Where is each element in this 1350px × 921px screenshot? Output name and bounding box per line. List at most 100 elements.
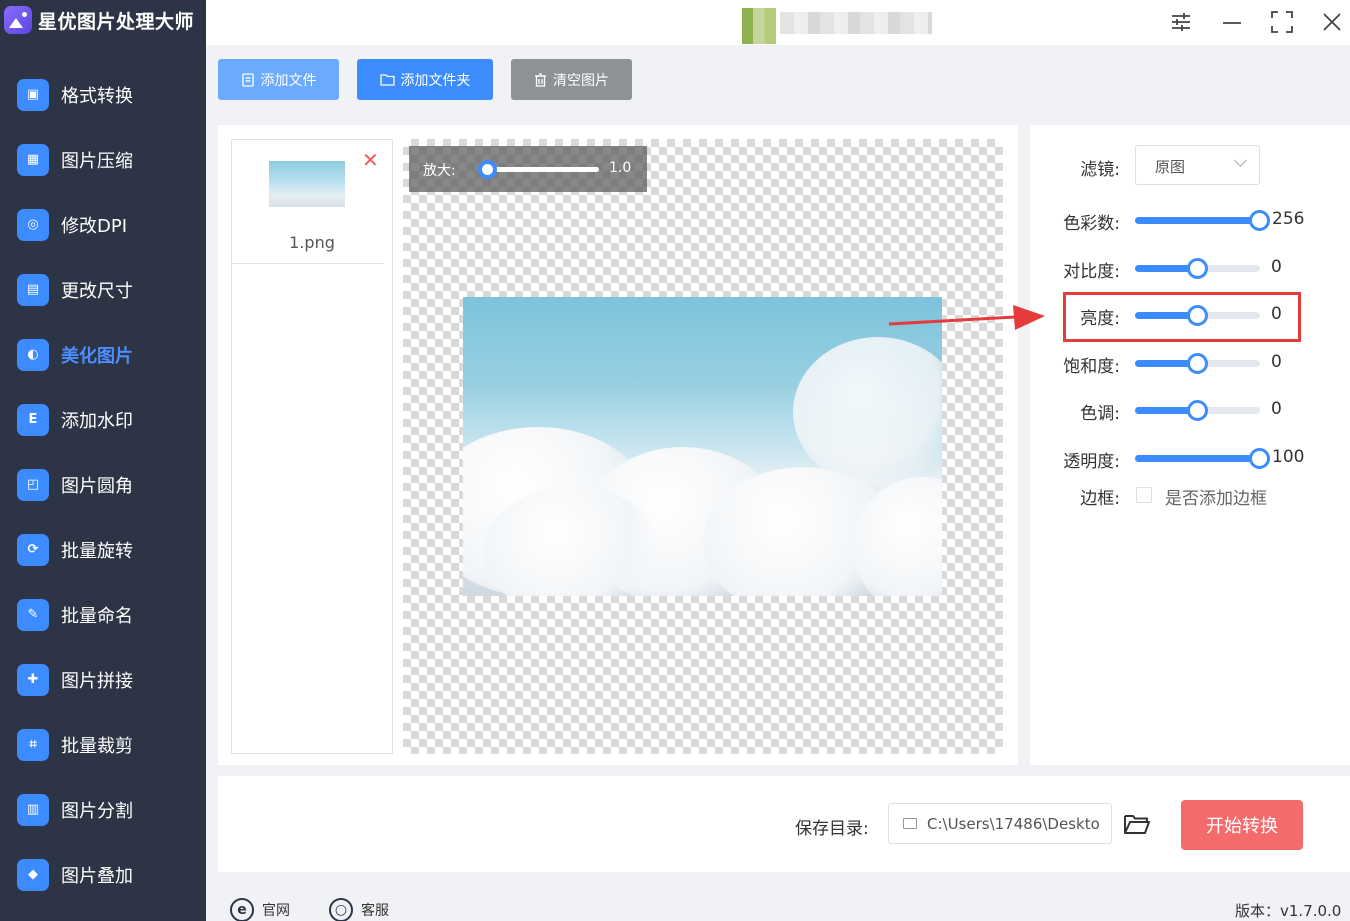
slider-fill [1135,455,1260,462]
border-label: 边框: [1080,489,1120,509]
sidebar-item-4[interactable]: ▤ 更改尺寸 [0,257,206,322]
slider-label: 对比度: [1063,262,1120,282]
file-list: ✕ 1.png [231,139,393,754]
remove-file-icon[interactable]: ✕ [362,150,379,170]
filter-select[interactable]: 原图 [1135,145,1260,185]
chevron-down-icon [1234,154,1247,167]
file-icon [241,72,254,87]
slider-track[interactable] [1135,258,1260,279]
sidebar-item-label: 添加水印 [61,410,133,432]
rotate-icon: ⟳ [17,533,49,566]
sidebar-item-label: 批量旋转 [61,540,133,562]
sidebar-item-2[interactable]: ▦ 图片压缩 [0,127,206,192]
save-dir-value: C:\Users\17486\Deskto [927,815,1100,833]
filter-label: 滤镜: [1080,160,1120,180]
version-text: 版本：v1.7.0.0 [1235,902,1342,920]
app-logo-icon [4,6,32,34]
slider-fill [1135,217,1260,224]
folder-icon [903,818,917,829]
user-name-blurred [780,12,932,34]
sidebar-nav: ▣ 格式转换 ▦ 图片压缩 ◎ 修改DPI ▤ 更改尺寸 ◐ 美化图片 E 添加水印 ◰ 图片圆角 ⟳ 批量旋… [0,62,206,907]
sidebar-item-label: 图片分割 [61,800,133,822]
add-border-checkbox-label[interactable]: 是否添加边框 [1165,484,1267,509]
sidebar-item-label: 更改尺寸 [61,280,133,302]
dpi-icon: ◎ [17,208,49,241]
support-label: 客服 [361,903,389,919]
minimize-icon[interactable] [1218,8,1246,36]
sidebar-item-label: 图片叠加 [61,865,133,887]
slider-track[interactable] [1135,210,1270,231]
add-border-checkbox[interactable] [1136,487,1152,503]
slider-handle[interactable] [1249,448,1270,469]
browse-folder-icon[interactable] [1123,812,1151,836]
sidebar-item-9[interactable]: ✎ 批量命名 [0,582,206,647]
start-convert-button[interactable]: 开始转换 [1181,800,1303,850]
puzzle-icon: ✚ [17,663,49,696]
rename-icon: ✎ [17,598,49,631]
clear-images-label: 清空图片 [553,72,609,89]
sidebar-item-7[interactable]: ◰ 图片圆角 [0,452,206,517]
sidebar-item-6[interactable]: E 添加水印 [0,387,206,452]
slider-label: 透明度: [1063,452,1120,472]
add-folder-button[interactable]: 添加文件夹 [357,59,493,100]
sidebar-item-label: 格式转换 [61,85,133,107]
watermark-icon: E [17,403,49,436]
folder-icon [379,74,395,86]
slider-track[interactable] [1135,353,1260,374]
sidebar-item-8[interactable]: ⟳ 批量旋转 [0,517,206,582]
preview-image [463,297,942,596]
save-dir-input[interactable]: C:\Users\17486\Deskto [888,803,1112,844]
slider-value: 0 [1271,352,1282,372]
split-icon: ▥ [17,793,49,826]
file-thumbnail[interactable] [269,161,345,207]
app-title: 星优图片处理大师 [38,10,195,33]
zoom-slider-track[interactable] [487,167,599,172]
support-link[interactable]: ○ 客服 [329,898,389,921]
zoom-label: 放大: [423,163,456,179]
filter-select-value: 原图 [1155,158,1186,176]
sidebar-item-3[interactable]: ◎ 修改DPI [0,192,206,257]
slider-track[interactable] [1135,448,1270,469]
sidebar-item-11[interactable]: ⌗ 批量裁剪 [0,712,206,777]
slider-value: 256 [1272,209,1305,229]
sidebar-item-label: 批量命名 [61,605,133,627]
slider-handle[interactable] [1186,258,1208,279]
user-avatar[interactable] [742,8,776,44]
zoom-value: 1.0 [609,160,632,176]
round-corner-icon: ◰ [17,468,49,501]
maximize-icon[interactable] [1268,8,1296,36]
zoom-slider-handle[interactable] [478,160,497,179]
sidebar-item-label: 图片圆角 [61,475,133,497]
sidebar-item-5[interactable]: ◐ 美化图片 [0,322,206,387]
sidebar-item-label: 图片拼接 [61,670,133,692]
website-link[interactable]: e 官网 [230,898,290,921]
sidebar-item-13[interactable]: ◆ 图片叠加 [0,842,206,907]
annotation-highlight-box [1063,292,1301,342]
slider-track[interactable] [1135,400,1260,421]
file-name: 1.png [289,233,335,252]
add-file-label: 添加文件 [260,72,317,89]
chat-support-icon: ○ [329,898,353,921]
layers-icon: ◆ [17,858,49,891]
zoom-control: 放大: 1.0 [409,146,647,192]
beautify-icon: ◐ [17,338,49,371]
sidebar-item-label: 批量裁剪 [61,735,133,757]
sidebar-item-12[interactable]: ▥ 图片分割 [0,777,206,842]
slider-value: 0 [1271,257,1282,277]
add-file-button[interactable]: 添加文件 [218,59,339,100]
browser-icon: e [230,898,254,921]
trash-icon [535,72,546,87]
clear-images-button[interactable]: 清空图片 [511,59,632,100]
sidebar-item-label: 美化图片 [61,345,133,367]
sidebar-item-1[interactable]: ▣ 格式转换 [0,62,206,127]
slider-handle[interactable] [1249,210,1270,231]
slider-label: 色彩数: [1063,214,1120,234]
slider-handle[interactable] [1186,400,1208,421]
slider-handle[interactable] [1186,353,1208,374]
sidebar-item-label: 图片压缩 [61,150,133,172]
close-icon[interactable] [1318,8,1346,36]
settings-sliders-icon[interactable] [1167,8,1195,36]
sidebar-item-10[interactable]: ✚ 图片拼接 [0,647,206,712]
file-divider [232,263,384,264]
image-compress-icon: ▦ [17,143,49,176]
